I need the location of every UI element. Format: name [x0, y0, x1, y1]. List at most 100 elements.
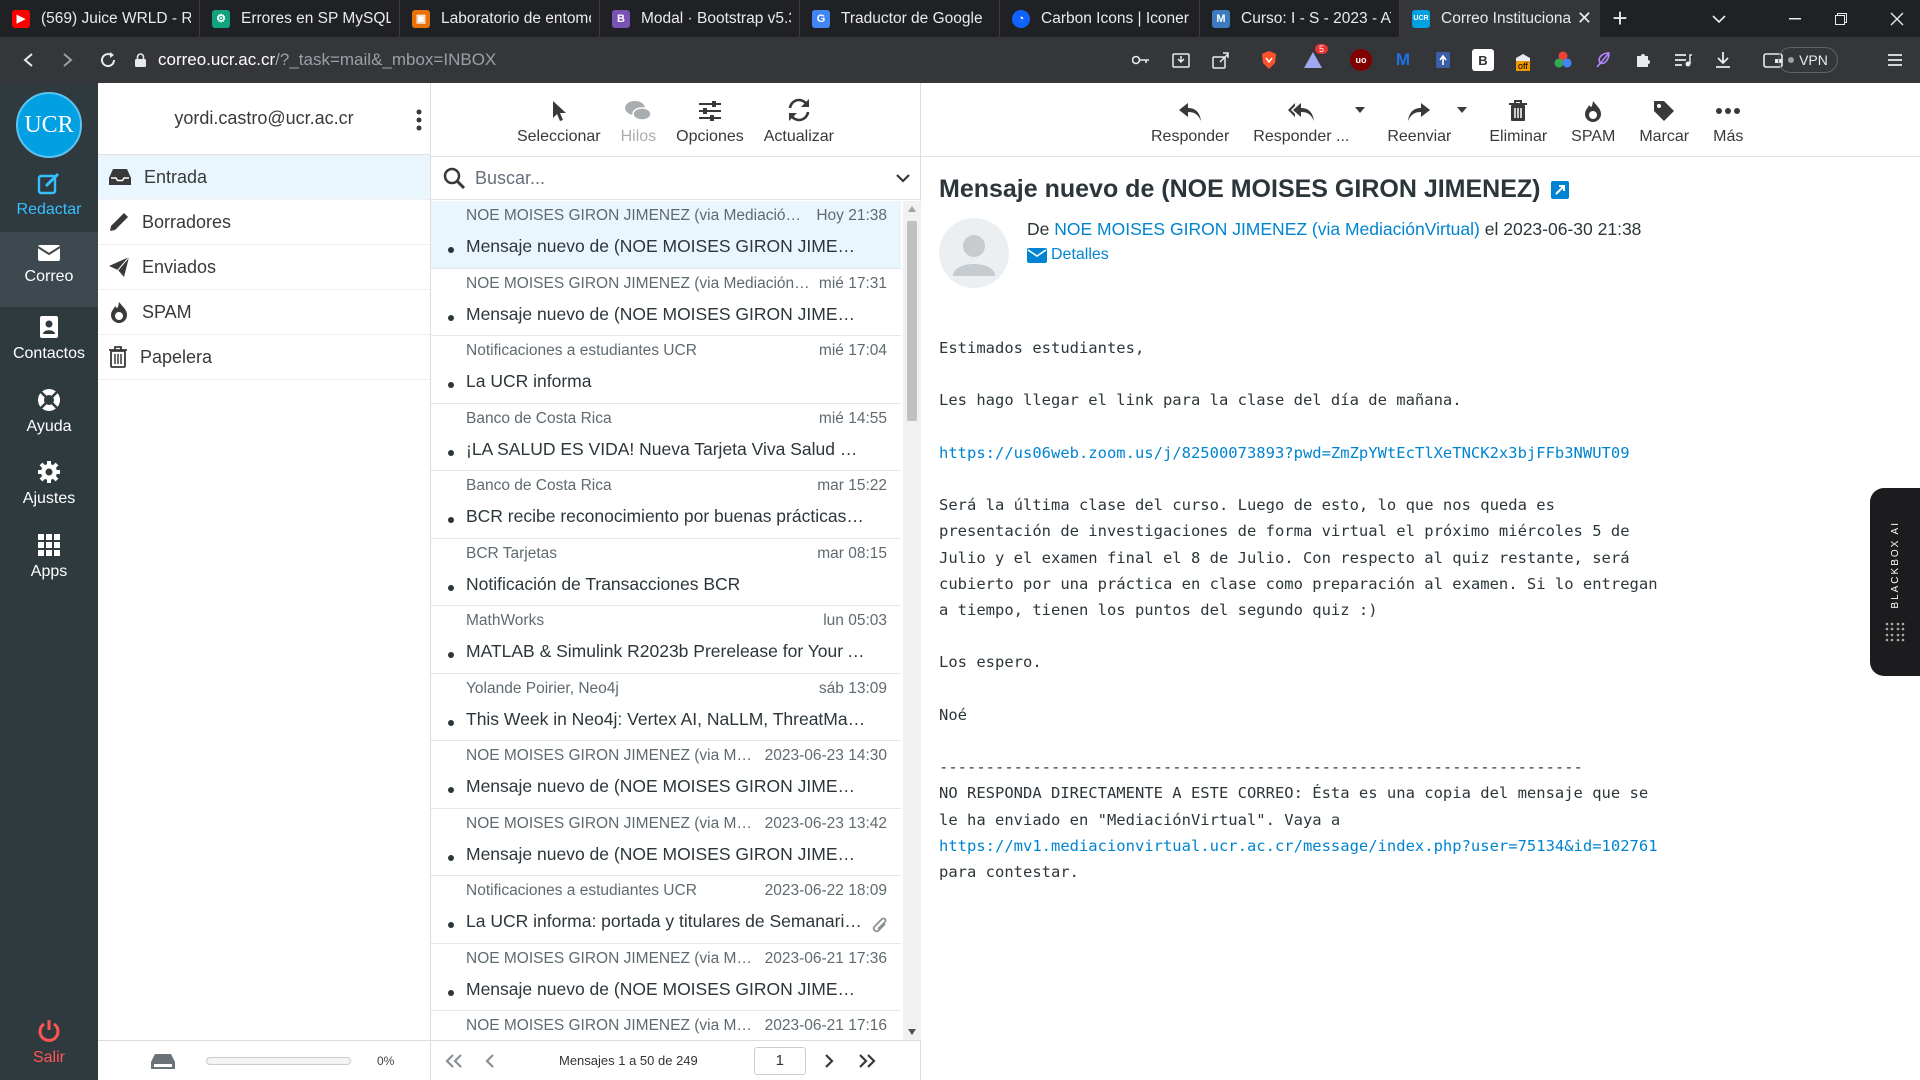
install-icon[interactable] [1170, 49, 1192, 71]
message-row[interactable]: Banco de Costa Rica mié 14:55 ¡LA SALUD ES… [431, 404, 901, 471]
menu-icon[interactable] [1884, 49, 1906, 71]
message-row[interactable]: NOE MOISES GIRON JIMENEZ (via MediaciónV… [431, 1011, 901, 1040]
folder-drafts[interactable]: Borradores [98, 200, 430, 245]
threads-button[interactable]: Hilos [621, 100, 656, 146]
open-in-new-window-icon[interactable] [1550, 180, 1569, 199]
delete-button[interactable]: Eliminar [1489, 100, 1547, 146]
nav-contacts[interactable]: Contactos [0, 305, 98, 375]
share-icon[interactable] [1210, 49, 1232, 71]
message-date: mar 08:15 [817, 544, 887, 562]
message-row[interactable]: Yolande Poirier, Neo4j sáb 13:09 This Week… [431, 674, 901, 741]
search-bar[interactable]: Buscar... [431, 157, 920, 200]
reply-button[interactable]: Responder [1151, 102, 1229, 146]
message-row[interactable]: NOE MOISES GIRON JIMENEZ (via MediaciónV… [431, 741, 901, 809]
message-row[interactable]: MathWorks lun 05:03 MATLAB & Simulink R202… [431, 606, 901, 674]
first-page-icon[interactable] [445, 1053, 463, 1068]
nav-settings[interactable]: Ajustes [0, 450, 98, 520]
folder-sent[interactable]: Enviados [98, 245, 430, 290]
folder-inbox[interactable]: Entrada [98, 155, 430, 200]
close-window-icon[interactable] [1874, 0, 1920, 37]
color-picker-icon[interactable] [1552, 49, 1574, 71]
list-scrollbar[interactable] [903, 201, 921, 1040]
browser-tab[interactable]: ▶ (569) Juice WRLD - Rob [0, 0, 200, 37]
restore-icon[interactable] [1818, 0, 1864, 37]
scroll-thumb[interactable] [907, 221, 917, 421]
reload-icon[interactable] [88, 40, 128, 80]
extension-icon[interactable] [1432, 49, 1454, 71]
close-tab-icon[interactable]: ✕ [1577, 8, 1592, 29]
brave-rewards-icon[interactable]: 5 [1302, 44, 1328, 71]
tab-title: Traductor de Google [841, 9, 983, 27]
ublock-icon[interactable]: uo [1350, 49, 1372, 71]
url-bar[interactable]: correo.ucr.ac.cr/?_task=mail&_mbox=INBOX [135, 44, 1135, 76]
extensions-puzzle-icon[interactable] [1632, 49, 1654, 71]
search-input[interactable]: Buscar... [475, 168, 545, 189]
blackbox-ai-widget[interactable]: BLACKBOX AI [1870, 488, 1920, 676]
reply-all-button[interactable]: Responder ... [1253, 102, 1349, 146]
chevron-down-icon[interactable] [896, 173, 910, 183]
message-row[interactable]: NOE MOISES GIRON JIMENEZ (via MediaciónV… [431, 944, 901, 1011]
browser-tab[interactable]: ⚙ Errores en SP MySQL [200, 0, 400, 37]
logout-label: Salir [32, 1049, 65, 1066]
prev-page-icon[interactable] [485, 1053, 495, 1068]
vpn-button[interactable]: VPN [1778, 47, 1838, 73]
subject-text: Mensaje nuevo de (NOE MOISES GIRON JIMEN… [939, 175, 1541, 203]
browser-tab-active[interactable]: UCR Correo Institucional ✕ [1400, 0, 1600, 37]
brave-shield-icon[interactable] [1258, 49, 1280, 71]
message-row[interactable]: Notificaciones a estudiantes UCR 2023-06-… [431, 876, 901, 944]
browser-tab[interactable]: ◔ Carbon Icons | Iconer [1000, 0, 1200, 37]
compose-button[interactable]: Redactar [0, 161, 98, 231]
feather-icon[interactable] [1592, 49, 1614, 71]
message-row[interactable]: Notificaciones a estudiantes UCR mié 17:0… [431, 336, 901, 404]
folder-spam[interactable]: SPAM [98, 290, 430, 335]
select-button[interactable]: Seleccionar [517, 100, 601, 146]
reply-options-chevron-icon[interactable] [1355, 106, 1366, 113]
nav-mail[interactable]: Correo [0, 232, 98, 307]
message-row[interactable]: NOE MOISES GIRON JIMENEZ (via MediaciónV… [431, 269, 901, 336]
message-row[interactable]: NOE MOISES GIRON JIMENEZ (via MediaciónV… [431, 201, 901, 269]
last-page-icon[interactable] [858, 1053, 876, 1068]
options-button[interactable]: Opciones [676, 100, 744, 146]
minimize-icon[interactable] [1772, 0, 1818, 37]
more-button[interactable]: Más [1713, 100, 1743, 146]
unread-dot-icon [448, 922, 454, 928]
logout-button[interactable]: Salir [0, 1009, 98, 1079]
forward-icon[interactable] [48, 40, 88, 80]
metamask-icon[interactable]: M [1392, 49, 1414, 71]
mark-button[interactable]: Marcar [1639, 100, 1689, 146]
message-row[interactable]: NOE MOISES GIRON JIMENEZ (via MediaciónV… [431, 809, 901, 876]
download-icon[interactable] [1712, 49, 1734, 71]
reply-url-link[interactable]: https://mv1.mediacionvirtual.ucr.ac.cr/m… [939, 837, 1658, 855]
next-page-icon[interactable] [824, 1053, 834, 1068]
nav-help[interactable]: Ayuda [0, 378, 98, 448]
folder-trash[interactable]: Papelera [98, 335, 430, 380]
key-icon[interactable] [1130, 49, 1152, 71]
spam-button[interactable]: SPAM [1571, 100, 1615, 146]
forward-options-chevron-icon[interactable] [1457, 106, 1468, 113]
message-row[interactable]: BCR Tarjetas mar 08:15 Notificación de Tra… [431, 539, 901, 606]
browser-tab[interactable]: B Modal · Bootstrap v5.3 [600, 0, 800, 37]
playlist-icon[interactable] [1672, 49, 1694, 71]
ucr-logo[interactable]: UCR [16, 92, 82, 158]
details-link[interactable]: Detalles [1027, 246, 1109, 264]
back-icon[interactable] [8, 40, 48, 80]
extension-b-icon[interactable]: B [1472, 49, 1494, 71]
browser-tab[interactable]: G Traductor de Google [800, 0, 1000, 37]
honey-icon[interactable]: off [1512, 49, 1534, 71]
date-prefix: el [1484, 219, 1499, 239]
browser-tab[interactable]: ▣ Laboratorio de entomol [400, 0, 600, 37]
kebab-menu-icon[interactable] [416, 109, 422, 131]
mail-label: Correo [24, 268, 74, 285]
tab-search-icon[interactable] [1696, 0, 1742, 37]
nav-apps[interactable]: Apps [0, 523, 98, 593]
zoom-link[interactable]: https://us06web.zoom.us/j/82500073893?pw… [939, 444, 1630, 462]
refresh-button[interactable]: Actualizar [764, 98, 834, 146]
browser-tab[interactable]: M Curso: I - S - 2023 - AT [1200, 0, 1400, 37]
forward-button[interactable]: Reenviar [1387, 102, 1451, 146]
message-row[interactable]: Banco de Costa Rica mar 15:22 BCR recibe r… [431, 471, 901, 539]
page-number-input[interactable]: 1 [753, 1046, 806, 1075]
sender-link[interactable]: NOE MOISES GIRON JIMENEZ (via MediaciónV… [1054, 219, 1480, 239]
lifebuoy-icon [38, 389, 60, 411]
message-date: lun 05:03 [823, 612, 887, 629]
new-tab-button[interactable]: + [1600, 0, 1640, 37]
